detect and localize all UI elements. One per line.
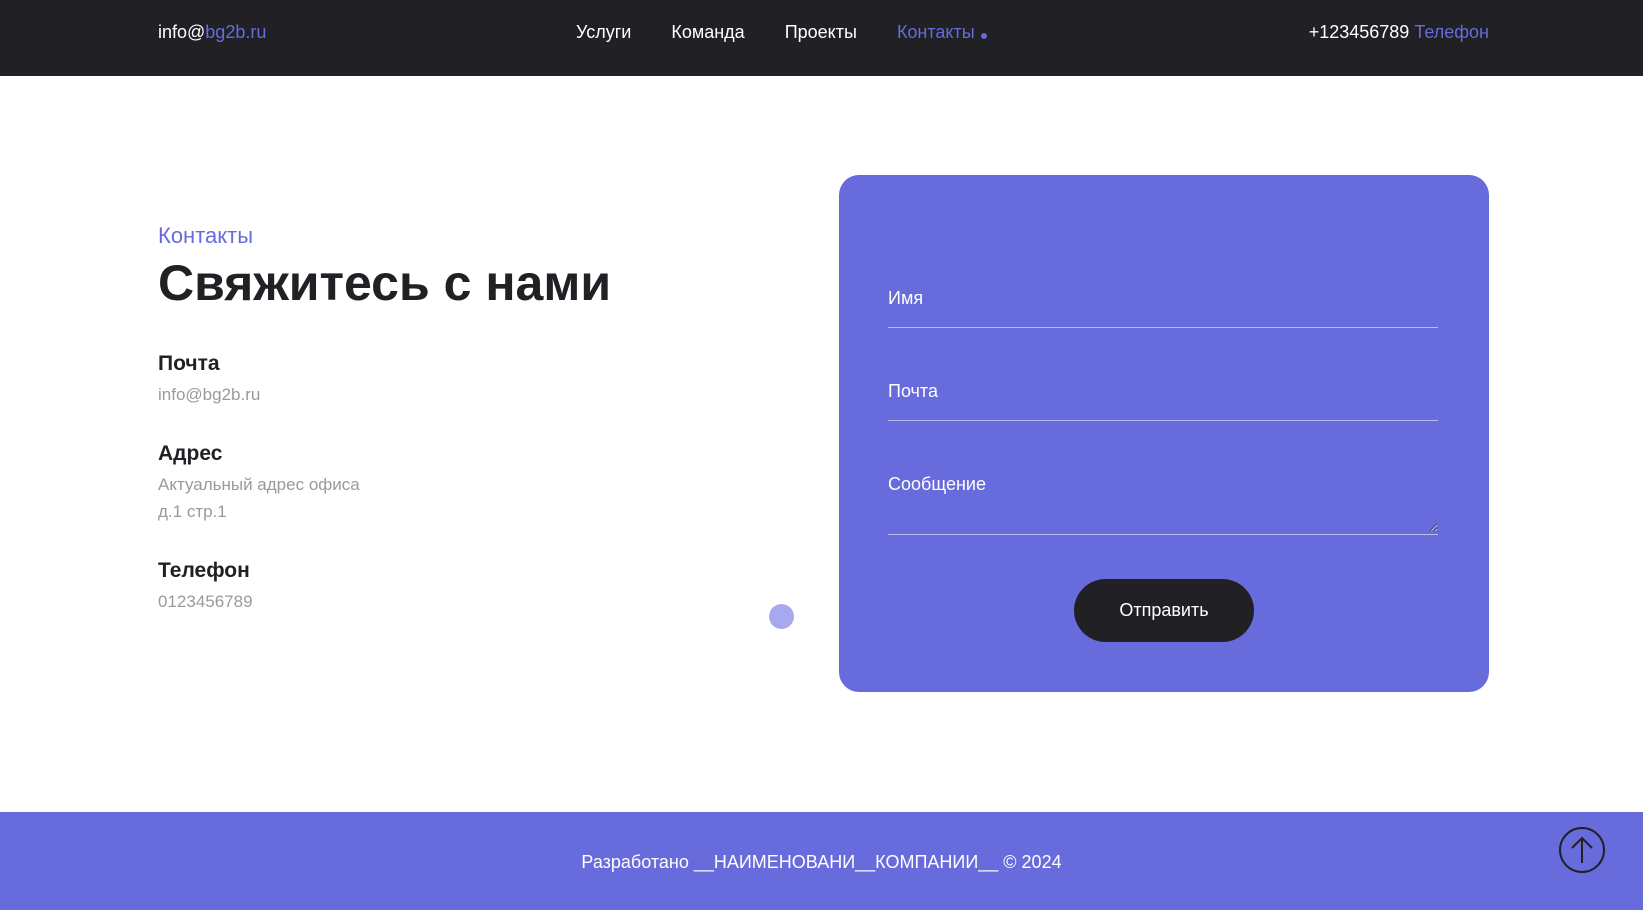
submit-button[interactable]: Отправить xyxy=(1074,579,1254,642)
message-field-wrapper xyxy=(888,474,1438,535)
header-phone-link[interactable]: +123456789 Телефон xyxy=(1309,22,1489,43)
footer-copyright: Разработано __НАИМЕНОВАНИ__КОМПАНИИ__ © … xyxy=(581,852,1062,872)
decor-circle xyxy=(769,604,794,629)
message-textarea[interactable] xyxy=(888,474,1438,532)
header-email-link[interactable]: info@bg2b.ru xyxy=(158,22,266,43)
contact-form: Отправить xyxy=(839,175,1489,692)
section-eyebrow: Контакты xyxy=(158,223,254,248)
nav-item-contacts[interactable]: Контакты xyxy=(897,22,987,43)
email-title: Почта xyxy=(158,352,220,375)
name-input[interactable] xyxy=(888,288,1438,309)
nav-item-services[interactable]: Услуги xyxy=(576,22,631,43)
site-header: info@bg2b.ru Услуги Команда Проекты Конт… xyxy=(0,0,1643,76)
address-line-1: Актуальный адрес офиса xyxy=(158,475,360,494)
main-nav: Услуги Команда Проекты Контакты xyxy=(576,22,987,43)
phone-value[interactable]: 0123456789 xyxy=(158,588,253,615)
address-line-2: д.1 стр.1 xyxy=(158,502,227,521)
nav-item-team[interactable]: Команда xyxy=(671,22,744,43)
active-dot-icon xyxy=(980,33,987,39)
name-field-wrapper xyxy=(888,288,1438,328)
page-title: Свяжитесь с нами xyxy=(158,255,612,311)
email-field-wrapper xyxy=(888,381,1438,421)
email-value[interactable]: info@bg2b.ru xyxy=(158,381,260,408)
nav-item-contacts-label: Контакты xyxy=(896,22,975,42)
header-email-domain: bg2b.ru xyxy=(205,22,267,42)
site-footer: Разработано __НАИМЕНОВАНИ__КОМПАНИИ__ © … xyxy=(0,812,1643,910)
header-email-prefix: info@ xyxy=(158,22,206,42)
nav-item-projects[interactable]: Проекты xyxy=(785,22,857,43)
arrow-up-icon xyxy=(1571,836,1593,863)
email-input[interactable] xyxy=(888,381,1438,402)
header-phone-number: +123456789 xyxy=(1308,22,1410,42)
scroll-to-top-button[interactable] xyxy=(1559,827,1605,873)
phone-title: Телефон xyxy=(158,559,250,582)
header-phone-label: Телефон xyxy=(1414,22,1489,42)
address-title: Адрес xyxy=(158,442,223,465)
